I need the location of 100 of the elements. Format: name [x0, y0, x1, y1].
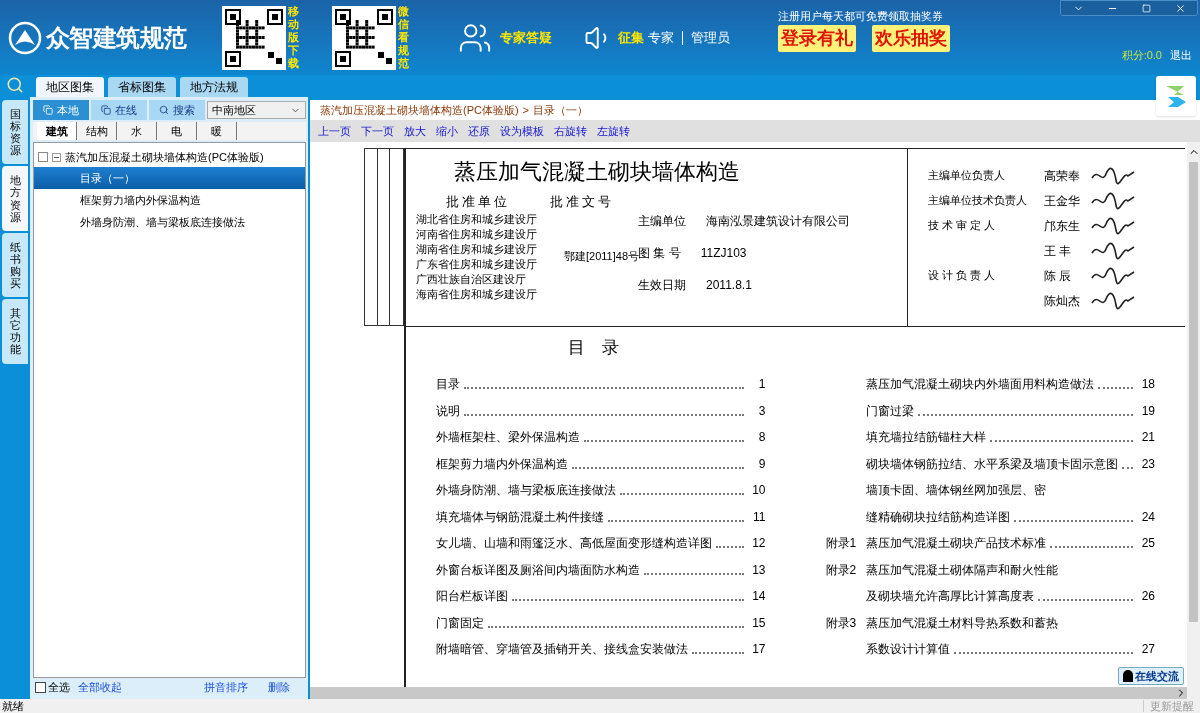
delete-link[interactable]: 删除	[268, 678, 290, 696]
promo-headline: 登录有礼	[778, 24, 856, 52]
vertical-scrollbar[interactable]	[1187, 142, 1200, 699]
page-number: 13	[751, 561, 766, 579]
search-icon[interactable]	[6, 76, 24, 94]
region-select[interactable]: 中南地区	[207, 101, 306, 119]
app-badge-icon[interactable]	[1156, 76, 1196, 116]
page-number: 14	[751, 588, 766, 605]
page-number: 18	[1140, 376, 1155, 393]
toc-entry: 门窗过梁	[865, 402, 914, 420]
expert-answers-button[interactable]: 专家答疑	[458, 20, 552, 55]
horizontal-scrollbar[interactable]	[310, 687, 1187, 699]
signature-drawing	[1090, 240, 1136, 261]
side-tab[interactable]: 地方资源	[2, 166, 28, 231]
logout-link[interactable]: 退出	[1170, 47, 1192, 64]
field-label: 主编单位	[638, 212, 686, 230]
field-value: 海南泓景建筑设计有限公司	[706, 212, 850, 230]
qr-code-icon	[222, 5, 286, 70]
toolbar-button[interactable]: 缩小	[436, 122, 458, 140]
person-name: 邝东生	[1044, 217, 1081, 235]
category-tab[interactable]: 建筑	[37, 122, 77, 140]
field-label: 生效日期	[638, 276, 686, 294]
online-chat-button[interactable]: 在线交流	[1118, 667, 1184, 685]
person-name: 陈灿杰	[1044, 292, 1081, 310]
page-number: 23	[1140, 455, 1155, 473]
toc-entry: 蒸压加气混凝土砌块产品技术标准	[865, 535, 1046, 552]
side-tab[interactable]: 国标资源	[2, 100, 28, 165]
toc-entry: 填充墙体与钢筋混凝土构件接缝	[436, 508, 604, 526]
collapse-toggle-icon[interactable]	[52, 152, 61, 162]
document-title: 蒸压加气混凝土砌块墙体构造	[452, 158, 741, 186]
maximize-icon	[1141, 3, 1151, 13]
tree-item[interactable]: 蒸汽加压混凝土砌块墙体构造(PC体验版)	[65, 148, 264, 166]
approval-unit: 河南省住房和城乡建设厅	[416, 226, 538, 242]
source-button[interactable]: 本地	[33, 100, 89, 120]
toc-entry: 外墙框架柱、梁外保温构造	[436, 429, 580, 446]
windows-icon	[43, 105, 53, 115]
approval-unit: 海南省住房和城乡建设厅	[416, 286, 538, 302]
toc-title: 目 录	[568, 337, 620, 359]
toc-entry: 蒸压加气混凝土材料导热系数和蓄热	[865, 614, 1058, 632]
toc-entry: 填充墙拉结筋锚柱大样	[865, 429, 986, 446]
tab[interactable]: 地方法规	[180, 77, 248, 97]
person-name: 王金华	[1044, 192, 1081, 210]
toc-entry: 外墙身防潮、墙与梁板底连接做法	[436, 482, 616, 499]
person-role: 主编单位负责人	[928, 168, 1006, 184]
admin-link[interactable]: 管理员	[691, 27, 730, 48]
breadcrumb-link[interactable]: 蒸汽加压混凝土砌块墙体构造(PC体验版)	[320, 101, 519, 119]
side-tab[interactable]: 其它功能	[2, 299, 28, 364]
side-tab[interactable]: 纸书购买	[2, 232, 28, 298]
tab[interactable]: 省标图集	[108, 77, 176, 97]
toolbar-button[interactable]: 上一页	[318, 122, 351, 140]
breadcrumb-current: 目录（一）	[533, 102, 589, 118]
page-number: 15	[751, 614, 766, 632]
field-value: 2011.8.1	[706, 276, 752, 294]
toolbar-button[interactable]: 左旋转	[597, 122, 630, 140]
tree-item[interactable]: 框架剪力墙内外保温构造	[34, 189, 305, 211]
toc-entry: 蒸压加气混凝土砌体隔声和耐火性能	[865, 561, 1058, 579]
close-icon	[1174, 2, 1186, 14]
column-heading: 批准单位	[446, 193, 510, 211]
pinyin-sort-link[interactable]: 拼音排序	[204, 678, 248, 696]
source-button[interactable]: 在线	[91, 100, 147, 120]
signature-drawing	[1090, 265, 1136, 286]
tab[interactable]: 地区图集	[36, 77, 104, 97]
promo-headline: 欢乐抽奖	[872, 24, 950, 52]
toc-entry: 蒸压加气混凝土砌块内外墙面用料构造做法	[865, 376, 1094, 393]
page-number: 11	[752, 508, 766, 526]
toc-entry: 框架剪力墙内外保温构造	[436, 455, 568, 473]
qr-caption: 微信看规范	[398, 5, 410, 70]
page-number: 25	[1140, 535, 1155, 552]
toolbar-button[interactable]: 放大	[404, 122, 426, 140]
collect-label: 征集	[618, 28, 644, 47]
toc-entry: 墙顶卡固、墙体钢丝网加强层、密	[865, 482, 1046, 499]
signature-drawing	[1090, 215, 1136, 236]
toc-entry: 说明	[436, 402, 460, 420]
toc-entry: 附墙暗管、穿墙管及插销开关、接线盒安装做法	[436, 641, 688, 658]
toc-entry: 女儿墙、山墙和雨篷泛水、高低屋面变形缝构造详图	[436, 535, 712, 552]
appendix-label: 附录2	[825, 562, 857, 577]
toc-entry: 外窗台板详图及厕浴间内墙面防水构造	[436, 561, 640, 579]
toolbar-button[interactable]: 设为模板	[500, 122, 544, 140]
page-number: 1	[757, 376, 766, 393]
signature-drawing	[1090, 290, 1136, 311]
tree-item[interactable]: 外墙身防潮、墙与梁板底连接做法	[34, 211, 305, 233]
toolbar-button[interactable]: 下一页	[361, 122, 394, 140]
signature-drawing	[1090, 165, 1136, 186]
collapse-all-link[interactable]: 全部收起	[78, 678, 122, 696]
select-all-checkbox[interactable]	[35, 681, 46, 693]
tree-item[interactable]: 目录（一）	[34, 167, 305, 189]
expert-link[interactable]: 专家	[648, 27, 674, 48]
app-logo-text: 众智建筑规范	[46, 22, 187, 53]
source-button[interactable]: 搜索	[149, 100, 205, 120]
tree-checkbox[interactable]	[38, 152, 48, 162]
toc-entry: 门窗固定	[436, 614, 484, 632]
person-role: 主编单位技术负责人	[928, 193, 1028, 209]
toolbar-button[interactable]: 右旋转	[554, 122, 587, 140]
approval-unit: 广东省住房和城乡建设厅	[416, 256, 538, 272]
approval-number: 鄂建[2011]48号	[564, 249, 638, 265]
page-number: 9	[757, 455, 766, 473]
toc-entry: 砌块墙体钢筋拉结、水平系梁及墙顶卡固示意图	[865, 455, 1118, 473]
page-number: 17	[751, 641, 766, 658]
breadcrumb-separator: >	[522, 102, 530, 118]
toolbar-button[interactable]: 还原	[468, 122, 490, 140]
